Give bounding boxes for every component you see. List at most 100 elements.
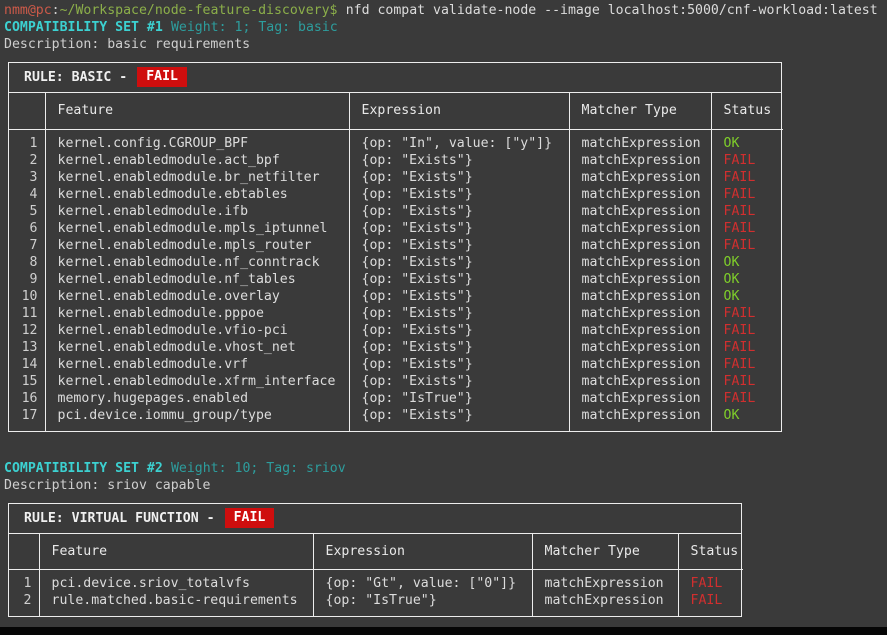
row-expression: {op: "Exists"} — [349, 322, 569, 339]
row-matcher-type: matchExpression — [569, 152, 711, 169]
row-feature: kernel.enabledmodule.vrf — [45, 356, 349, 373]
table-row: 16memory.hugepages.enabled{op: "IsTrue"}… — [9, 390, 783, 407]
row-matcher-type: matchExpression — [569, 339, 711, 356]
row-matcher-type: matchExpression — [569, 271, 711, 288]
column-header: Status — [711, 93, 783, 129]
prompt-user-host: nmm@pc — [4, 3, 52, 18]
table-row: 10kernel.enabledmodule.overlay{op: "Exis… — [9, 288, 783, 305]
row-status: FAIL — [711, 356, 783, 373]
row-feature: memory.hugepages.enabled — [45, 390, 349, 407]
row-expression: {op: "Exists"} — [349, 254, 569, 271]
row-index: 17 — [9, 407, 45, 431]
row-status: FAIL — [711, 237, 783, 254]
status-badge: FAIL — [137, 67, 187, 87]
row-expression: {op: "Exists"} — [349, 237, 569, 254]
row-status: FAIL — [711, 305, 783, 322]
row-expression: {op: "Exists"} — [349, 152, 569, 169]
row-matcher-type: matchExpression — [532, 592, 678, 616]
compatibility-set-1: COMPATIBILITY SET #1 Weight: 1; Tag: basi… — [4, 19, 887, 432]
row-status: OK — [711, 271, 783, 288]
row-feature: pci.device.iommu_group/type — [45, 407, 349, 431]
row-matcher-type: matchExpression — [532, 570, 678, 593]
row-status: FAIL — [711, 339, 783, 356]
row-expression: {op: "Exists"} — [349, 169, 569, 186]
row-feature: kernel.enabledmodule.vfio-pci — [45, 322, 349, 339]
row-index: 11 — [9, 305, 45, 322]
set-title: COMPATIBILITY SET #1 — [4, 20, 163, 35]
row-index: 15 — [9, 373, 45, 390]
row-index: 1 — [9, 129, 45, 152]
rule-results-table: FeatureExpressionMatcher TypeStatus 1pci… — [9, 534, 743, 617]
row-matcher-type: matchExpression — [569, 220, 711, 237]
column-header: Expression — [313, 534, 532, 570]
row-status: FAIL — [711, 373, 783, 390]
compatibility-set-2: COMPATIBILITY SET #2Weight: 10; Tag: sri… — [4, 460, 887, 618]
row-index: 5 — [9, 203, 45, 220]
table-row: 13kernel.enabledmodule.vhost_net{op: "Ex… — [9, 339, 783, 356]
row-index: 12 — [9, 322, 45, 339]
row-index: 4 — [9, 186, 45, 203]
table-row: 4kernel.enabledmodule.ebtables{op: "Exis… — [9, 186, 783, 203]
row-status: FAIL — [711, 203, 783, 220]
row-expression: {op: "Exists"} — [349, 203, 569, 220]
set-heading: COMPATIBILITY SET #1 Weight: 1; Tag: basi… — [4, 19, 887, 36]
row-status: FAIL — [678, 592, 743, 616]
set-meta: Weight: 10; Tag: sriov — [171, 461, 346, 476]
row-index: 13 — [9, 339, 45, 356]
column-header: Feature — [39, 534, 313, 570]
row-feature: kernel.enabledmodule.nf_tables — [45, 271, 349, 288]
prompt-cwd: ~/Workspace/node-feature-discovery — [60, 3, 330, 18]
row-status: OK — [711, 254, 783, 271]
table-row: 11kernel.enabledmodule.pppoe{op: "Exists… — [9, 305, 783, 322]
row-index: 9 — [9, 271, 45, 288]
row-expression: {op: "IsTrue"} — [349, 390, 569, 407]
table-row: 5kernel.enabledmodule.ifb{op: "Exists"}m… — [9, 203, 783, 220]
column-header — [9, 93, 45, 129]
table-row: 1pci.device.sriov_totalvfs{op: "Gt", val… — [9, 570, 743, 593]
rule-label: RULE: VIRTUAL FUNCTION - — [24, 511, 215, 526]
row-feature: kernel.enabledmodule.br_netfilter — [45, 169, 349, 186]
row-index: 10 — [9, 288, 45, 305]
row-status: FAIL — [711, 152, 783, 169]
row-expression: {op: "Exists"} — [349, 305, 569, 322]
prompt-symbol: $ — [330, 3, 338, 18]
table-row: 14kernel.enabledmodule.vrf{op: "Exists"}… — [9, 356, 783, 373]
row-feature: kernel.enabledmodule.vhost_net — [45, 339, 349, 356]
row-index: 2 — [9, 152, 45, 169]
row-matcher-type: matchExpression — [569, 305, 711, 322]
table-header-row: FeatureExpressionMatcher TypeStatus — [9, 534, 743, 570]
row-matcher-type: matchExpression — [569, 129, 711, 152]
set-description: Description: sriov capable — [4, 477, 887, 494]
rule-header: RULE: BASIC - FAIL — [9, 63, 781, 93]
row-feature: pci.device.sriov_totalvfs — [39, 570, 313, 593]
row-matcher-type: matchExpression — [569, 288, 711, 305]
row-status: OK — [711, 288, 783, 305]
row-expression: {op: "Exists"} — [349, 407, 569, 431]
row-feature: kernel.enabledmodule.xfrm_interface — [45, 373, 349, 390]
prompt-separator: : — [52, 3, 60, 18]
terminal-window[interactable]: nmm@pc:~/Workspace/node-feature-discover… — [0, 0, 887, 635]
row-expression: {op: "Exists"} — [349, 356, 569, 373]
row-feature: kernel.enabledmodule.mpls_iptunnel — [45, 220, 349, 237]
row-status: OK — [711, 407, 783, 431]
row-feature: kernel.enabledmodule.mpls_router — [45, 237, 349, 254]
row-matcher-type: matchExpression — [569, 390, 711, 407]
row-feature: kernel.enabledmodule.ifb — [45, 203, 349, 220]
table-row: 7kernel.enabledmodule.mpls_router{op: "E… — [9, 237, 783, 254]
column-header: Expression — [349, 93, 569, 129]
row-matcher-type: matchExpression — [569, 322, 711, 339]
row-feature: rule.matched.basic-requirements — [39, 592, 313, 616]
row-matcher-type: matchExpression — [569, 356, 711, 373]
row-status: FAIL — [711, 220, 783, 237]
set-description: Description: basic requirements — [4, 36, 887, 53]
status-badge: FAIL — [225, 508, 275, 528]
row-index: 7 — [9, 237, 45, 254]
set-meta: Weight: 1; Tag: basic — [171, 20, 338, 35]
table-row: 1kernel.config.CGROUP_BPF{op: "In", valu… — [9, 129, 783, 152]
row-feature: kernel.enabledmodule.overlay — [45, 288, 349, 305]
table-row: 2kernel.enabledmodule.act_bpf{op: "Exist… — [9, 152, 783, 169]
rule-label: RULE: BASIC - — [24, 70, 127, 85]
row-feature: kernel.config.CGROUP_BPF — [45, 129, 349, 152]
row-status: FAIL — [678, 570, 743, 593]
row-matcher-type: matchExpression — [569, 237, 711, 254]
